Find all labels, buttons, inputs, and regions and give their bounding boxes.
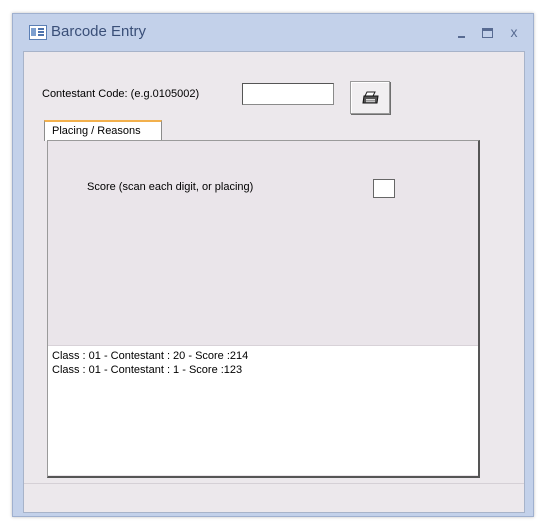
score-label: Score (scan each digit, or placing) bbox=[87, 181, 254, 193]
form-icon bbox=[29, 25, 47, 40]
placing-reasons-panel: Score (scan each digit, or placing) Clas… bbox=[47, 140, 480, 478]
close-button[interactable]: x bbox=[504, 24, 524, 40]
contestant-code-input[interactable] bbox=[242, 83, 334, 105]
window-title: Barcode Entry bbox=[51, 23, 147, 40]
minimize-button[interactable] bbox=[451, 24, 471, 40]
list-item[interactable]: Class : 01 - Contestant : 20 - Score :21… bbox=[52, 349, 478, 363]
printer-icon bbox=[362, 91, 379, 104]
list-item[interactable]: Class : 01 - Contestant : 1 - Score :123 bbox=[52, 363, 478, 377]
maximize-icon bbox=[481, 27, 493, 38]
score-input[interactable] bbox=[373, 179, 395, 198]
divider bbox=[24, 483, 524, 484]
results-list[interactable]: Class : 01 - Contestant : 20 - Score :21… bbox=[48, 345, 478, 475]
contestant-code-label: Contestant Code: (e.g.0105002) bbox=[42, 88, 200, 100]
tab-placing-reasons[interactable]: Placing / Reasons bbox=[44, 120, 162, 141]
maximize-button[interactable] bbox=[477, 24, 497, 40]
minimize-icon bbox=[457, 35, 465, 38]
print-button[interactable] bbox=[350, 81, 390, 114]
barcode-entry-window: Barcode Entry x Contestant Code: (e.g.01… bbox=[12, 13, 534, 517]
form-body: Contestant Code: (e.g.0105002) Placing /… bbox=[23, 51, 525, 513]
close-icon: x bbox=[510, 24, 518, 40]
